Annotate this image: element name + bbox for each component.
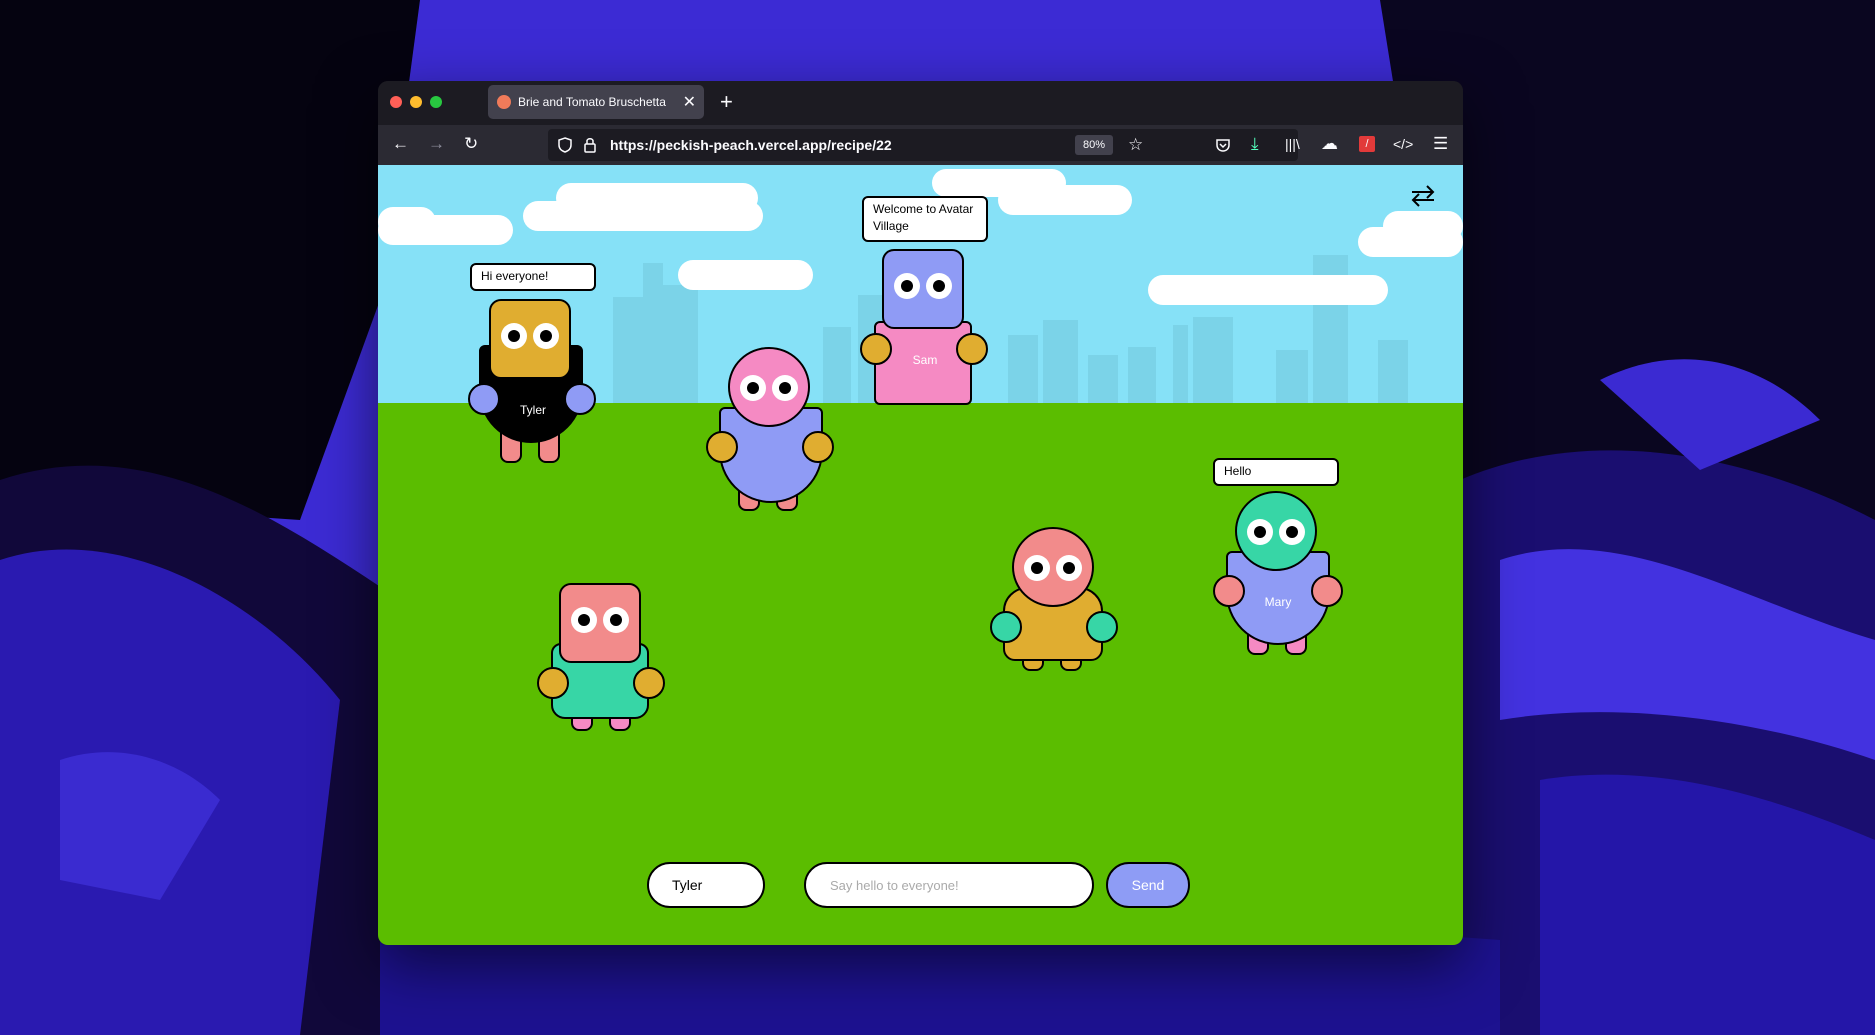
name-input[interactable] (647, 862, 765, 908)
cloud (1383, 211, 1463, 241)
head (489, 299, 571, 379)
nav-toolbar: ← → ↻ https://peckish-peach.vercel.app/r… (378, 125, 1463, 165)
eye (1279, 519, 1305, 545)
avatar-name-label: Tyler (519, 403, 546, 417)
eye (501, 323, 527, 349)
star-icon[interactable]: ☆ (1128, 135, 1143, 155)
eye (603, 607, 629, 633)
shield-icon[interactable] (558, 137, 572, 153)
hand (706, 431, 738, 463)
speech-bubble-sam: Welcome to Avatar Village (862, 196, 988, 242)
hand (633, 667, 665, 699)
eye (1024, 555, 1050, 581)
eye (772, 375, 798, 401)
devtools-icon[interactable]: </> (1393, 134, 1413, 154)
avatar-pink-blue[interactable] (706, 347, 836, 527)
close-window-button[interactable] (390, 96, 402, 108)
eye (1247, 519, 1273, 545)
download-icon[interactable]: ⤓ (1251, 134, 1259, 154)
menu-icon[interactable]: ☰ (1433, 134, 1448, 154)
page-content: Hi everyone! Tyler Welcome to Avatar Vil… (378, 165, 1463, 945)
browser-tab[interactable]: Brie and Tomato Bruschetta ✕ (488, 85, 704, 119)
speech-bubble-mary: Hello (1213, 458, 1339, 486)
eye (926, 273, 952, 299)
speech-bubble-tyler: Hi everyone! (470, 263, 596, 291)
forward-icon[interactable]: → (428, 134, 445, 154)
eye (533, 323, 559, 349)
minimize-window-button[interactable] (410, 96, 422, 108)
title-bar: Brie and Tomato Bruschetta ✕ + (378, 81, 1463, 123)
cloud (1148, 275, 1388, 305)
swap-arrows-icon[interactable] (1408, 181, 1438, 211)
cloud (523, 201, 763, 231)
extension-red-icon[interactable]: / (1359, 136, 1375, 152)
url-text[interactable]: https://peckish-peach.vercel.app/recipe/… (610, 137, 892, 153)
address-bar[interactable]: https://peckish-peach.vercel.app/recipe/… (548, 129, 1298, 161)
hand (537, 667, 569, 699)
close-tab-icon[interactable]: ✕ (683, 92, 696, 112)
cloud (678, 260, 813, 290)
eye (740, 375, 766, 401)
browser-window: Brie and Tomato Bruschetta ✕ + ← → ↻ htt… (378, 81, 1463, 945)
reload-icon[interactable]: ↻ (464, 134, 478, 154)
cloud (998, 185, 1132, 215)
avatar-tyler[interactable]: Tyler (468, 299, 598, 479)
peach-favicon-icon (497, 95, 511, 109)
send-button[interactable]: Send (1106, 862, 1190, 908)
hand (990, 611, 1022, 643)
extension-icon[interactable]: ☁ (1321, 134, 1338, 154)
avatar-name-label: Sam (912, 353, 938, 367)
lock-icon[interactable] (584, 137, 596, 153)
maximize-window-button[interactable] (430, 96, 442, 108)
message-input[interactable] (804, 862, 1094, 908)
hand (1086, 611, 1118, 643)
library-icon[interactable]: |||\ (1285, 134, 1300, 154)
back-icon[interactable]: ← (392, 134, 409, 154)
eye (1056, 555, 1082, 581)
head (728, 347, 810, 427)
eye (571, 607, 597, 633)
new-tab-icon[interactable]: + (720, 89, 733, 115)
zoom-level[interactable]: 80% (1075, 135, 1113, 155)
avatar-mary[interactable]: Mary (1213, 491, 1343, 671)
cloud (378, 207, 436, 237)
pocket-icon[interactable] (1215, 137, 1231, 153)
head (1235, 491, 1317, 571)
head (1012, 527, 1094, 607)
hand (802, 431, 834, 463)
eye (894, 273, 920, 299)
head (882, 249, 964, 329)
avatar-salmon-yellow[interactable] (990, 527, 1120, 707)
tab-title: Brie and Tomato Bruschetta (518, 95, 666, 109)
avatar-sam[interactable]: Sam (860, 249, 990, 429)
avatar-name-label: Mary (1264, 595, 1292, 609)
head (559, 583, 641, 663)
avatar-salmon-green[interactable] (537, 583, 667, 763)
